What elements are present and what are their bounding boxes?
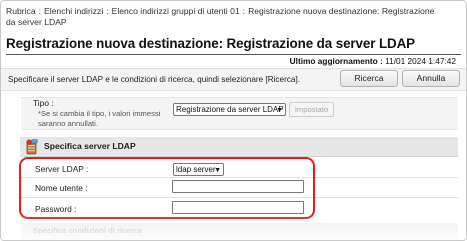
breadcrumb-item-rubrica[interactable]: Rubrica: [6, 6, 36, 16]
browser-frame: Rubrica: Elenchi indirizzi: Elenco indiriz…: [0, 0, 467, 241]
set-type-button[interactable]: Impostato: [289, 102, 334, 117]
type-label: Tipo :: [33, 98, 54, 108]
search-conditions-header: Specifica condizioni di ricerca: [21, 223, 458, 240]
highlight-outline: [19, 157, 315, 219]
breadcrumb-item-elenco-gruppi[interactable]: Elenco indirizzi gruppi di utenti 01: [112, 6, 240, 16]
page-title: Registrazione nuova destinazione: Regist…: [6, 36, 416, 51]
search-conditions-title: Specifica condizioni di ricerca: [33, 226, 142, 235]
breadcrumb: Rubrica: Elenchi indirizzi: Elenco indiriz…: [6, 6, 446, 28]
ldap-section-title: Specifica server LDAP: [44, 141, 136, 151]
title-divider: [6, 54, 461, 55]
cancel-button[interactable]: Annulla: [402, 70, 460, 87]
last-update-value: 11/01 2024 1:47:42: [385, 56, 456, 66]
instruction-text: Specificare il server LDAP e le condizio…: [8, 75, 301, 84]
type-note: *Se si cambia il tipo, i valori immessi …: [38, 109, 161, 128]
type-select[interactable]: Registrazione da server LDAP ▼: [173, 103, 286, 116]
type-select-value: Registrazione da server LDAP: [176, 105, 284, 114]
breadcrumb-item-elenchi[interactable]: Elenchi indirizzi: [44, 6, 103, 16]
breadcrumb-separator: :: [38, 6, 42, 16]
breadcrumb-separator: :: [106, 6, 109, 16]
ldap-server-icon: [26, 139, 38, 155]
last-update-label: Ultimo aggiornamento :: [289, 56, 383, 66]
search-button[interactable]: Ricerca: [340, 70, 398, 87]
chevron-down-icon: ▼: [276, 107, 283, 114]
breadcrumb-separator: :: [242, 6, 246, 16]
last-update: Ultimo aggiornamento : 11/01 2024 1:47:4…: [290, 56, 456, 66]
ldap-section-header: Specifica server LDAP: [20, 137, 458, 157]
